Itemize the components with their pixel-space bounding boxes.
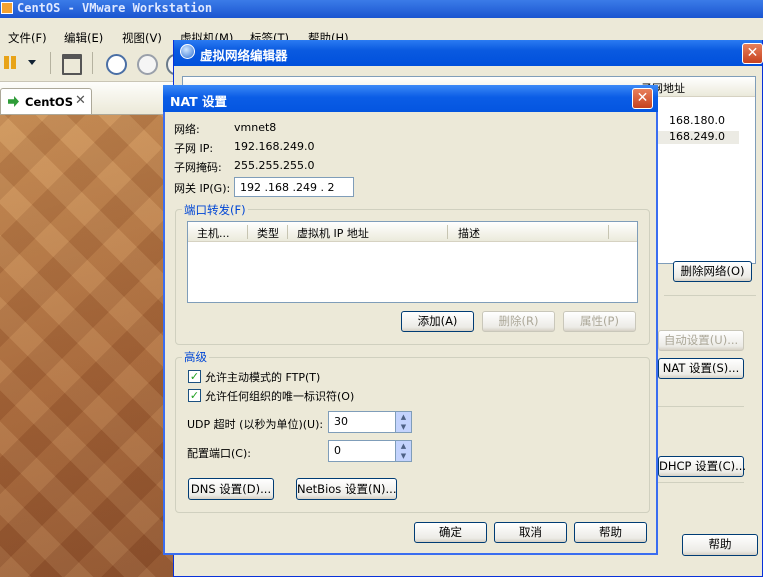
config-port-spinner[interactable]: ▲ ▼ <box>395 441 411 461</box>
nat-settings-dialog: NAT 设置 ✕ 网络: vmnet8 子网 IP: 192.168.249.0… <box>163 85 658 555</box>
udp-timeout-label: UDP 超时 (以秒为单位)(U): <box>187 418 324 431</box>
allow-ftp-label[interactable]: 允许主动模式的 FTP(T) <box>205 369 320 385</box>
gateway-ip-label: 网关 IP(G): <box>174 182 231 195</box>
col-divider <box>447 225 448 239</box>
vnet-divider <box>664 295 756 296</box>
auto-settings-button[interactable]: 自动设置(U)... <box>658 330 744 351</box>
main-window-title: CentOS - VMware Workstation <box>17 1 213 15</box>
revert-snapshot-icon[interactable] <box>137 54 158 75</box>
tab-centos[interactable]: CentOS ✕ <box>0 88 92 114</box>
nat-settings-button[interactable]: NAT 设置(S)... <box>658 358 744 379</box>
spin-up-icon[interactable]: ▲ <box>396 441 411 451</box>
network-value: vmnet8 <box>234 121 277 134</box>
col-divider <box>287 225 288 239</box>
tab-close-icon[interactable]: ✕ <box>75 93 86 108</box>
subnet-row-2[interactable]: 168.249.0 <box>669 130 725 143</box>
toolbar-separator-2 <box>92 52 93 74</box>
ok-button[interactable]: 确定 <box>414 522 487 543</box>
col-divider <box>608 225 609 239</box>
network-globe-icon <box>180 44 195 59</box>
spin-down-icon[interactable]: ▼ <box>396 422 411 432</box>
port-forwarding-list[interactable]: 主机... 类型 虚拟机 IP 地址 描述 <box>187 221 638 303</box>
tab-label: CentOS <box>25 95 73 109</box>
properties-button[interactable]: 属性(P) <box>563 311 636 332</box>
allow-oui-label[interactable]: 允许任何组织的唯一标识符(O) <box>205 388 354 404</box>
help-button[interactable]: 帮助 <box>574 522 647 543</box>
nat-title-bar: NAT 设置 ✕ <box>163 85 658 112</box>
toolbar-separator <box>50 52 51 74</box>
col-type[interactable]: 类型 <box>257 225 279 241</box>
vnet-divider-3 <box>658 482 744 483</box>
gateway-ip-input[interactable]: 192 .168 .249 . 2 <box>234 177 354 197</box>
spin-down-icon[interactable]: ▼ <box>396 451 411 461</box>
power-dropdown-icon[interactable] <box>28 60 36 65</box>
vnet-divider-2 <box>658 406 744 407</box>
port-forwarding-header: 主机... 类型 虚拟机 IP 地址 描述 <box>188 222 637 242</box>
udp-timeout-value: 30 <box>334 415 348 428</box>
subnet-mask-label: 子网掩码: <box>174 161 222 174</box>
add-button[interactable]: 添加(A) <box>401 311 474 332</box>
port-forwarding-title: 端口转发(F) <box>182 202 248 218</box>
advanced-title: 高级 <box>182 349 209 365</box>
udp-timeout-input[interactable]: 30 ▲ ▼ <box>328 411 412 433</box>
subnet-row-1[interactable]: 168.180.0 <box>669 114 725 127</box>
main-title-bar: CentOS - VMware Workstation <box>0 0 763 18</box>
allow-ftp-checkbox[interactable]: ✓ <box>188 370 201 383</box>
spin-up-icon[interactable]: ▲ <box>396 412 411 422</box>
subnet-ip-value: 192.168.249.0 <box>234 140 315 153</box>
config-port-label: 配置端口(C): <box>187 447 251 460</box>
config-port-input[interactable]: 0 ▲ ▼ <box>328 440 412 462</box>
nat-close-button[interactable]: ✕ <box>632 88 653 109</box>
vm-running-icon <box>8 96 19 107</box>
subnet-mask-value: 255.255.255.0 <box>234 159 315 172</box>
config-port-value: 0 <box>334 444 341 457</box>
dhcp-settings-button[interactable]: DHCP 设置(C)... <box>658 456 746 477</box>
menu-file[interactable]: 文件(F) <box>8 30 47 46</box>
pause-icon[interactable] <box>4 56 9 69</box>
col-vm-ip[interactable]: 虚拟机 IP 地址 <box>297 225 369 241</box>
dns-settings-button[interactable]: DNS 设置(D)... <box>188 478 274 500</box>
udp-timeout-spinner[interactable]: ▲ ▼ <box>395 412 411 432</box>
network-icon[interactable] <box>62 54 82 75</box>
subnet-ip-label: 子网 IP: <box>174 142 214 155</box>
remove-button[interactable]: 删除(R) <box>482 311 555 332</box>
col-description[interactable]: 描述 <box>458 225 480 241</box>
menu-edit[interactable]: 编辑(E) <box>64 30 103 46</box>
menu-view[interactable]: 视图(V) <box>122 30 162 46</box>
vnet-help-button[interactable]: 帮助 <box>682 534 758 556</box>
nat-title: NAT 设置 <box>170 94 228 109</box>
vnet-close-button[interactable]: ✕ <box>742 43 763 64</box>
network-label: 网络: <box>174 123 200 136</box>
vmware-app-icon <box>1 2 13 14</box>
allow-oui-checkbox[interactable]: ✓ <box>188 389 201 402</box>
col-divider <box>247 225 248 239</box>
vnet-title: 虚拟网络编辑器 <box>200 48 288 63</box>
pause-icon-bar <box>11 56 16 69</box>
cancel-button[interactable]: 取消 <box>494 522 567 543</box>
netbios-settings-button[interactable]: NetBios 设置(N)... <box>296 478 397 500</box>
col-host[interactable]: 主机... <box>197 225 230 241</box>
vnet-title-bar: 虚拟网络编辑器 ✕ <box>174 40 763 66</box>
delete-network-button[interactable]: 删除网络(O) <box>673 261 752 282</box>
title-gap <box>0 18 763 27</box>
snapshot-icon[interactable] <box>106 54 127 75</box>
